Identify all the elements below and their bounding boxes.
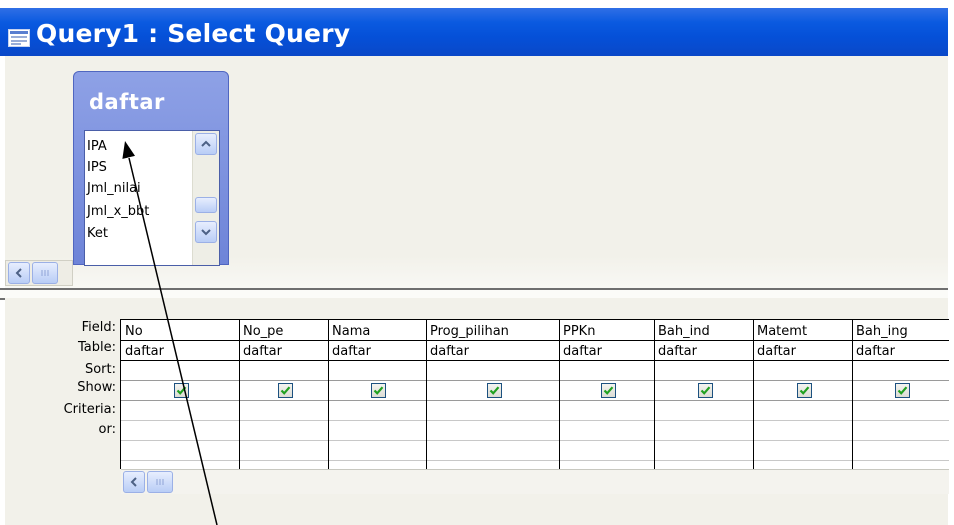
annotation-arrow — [122, 141, 218, 525]
query-design-window: Query1 : Select Query daftar IPA IPS Jml_n… — [0, 0, 954, 525]
